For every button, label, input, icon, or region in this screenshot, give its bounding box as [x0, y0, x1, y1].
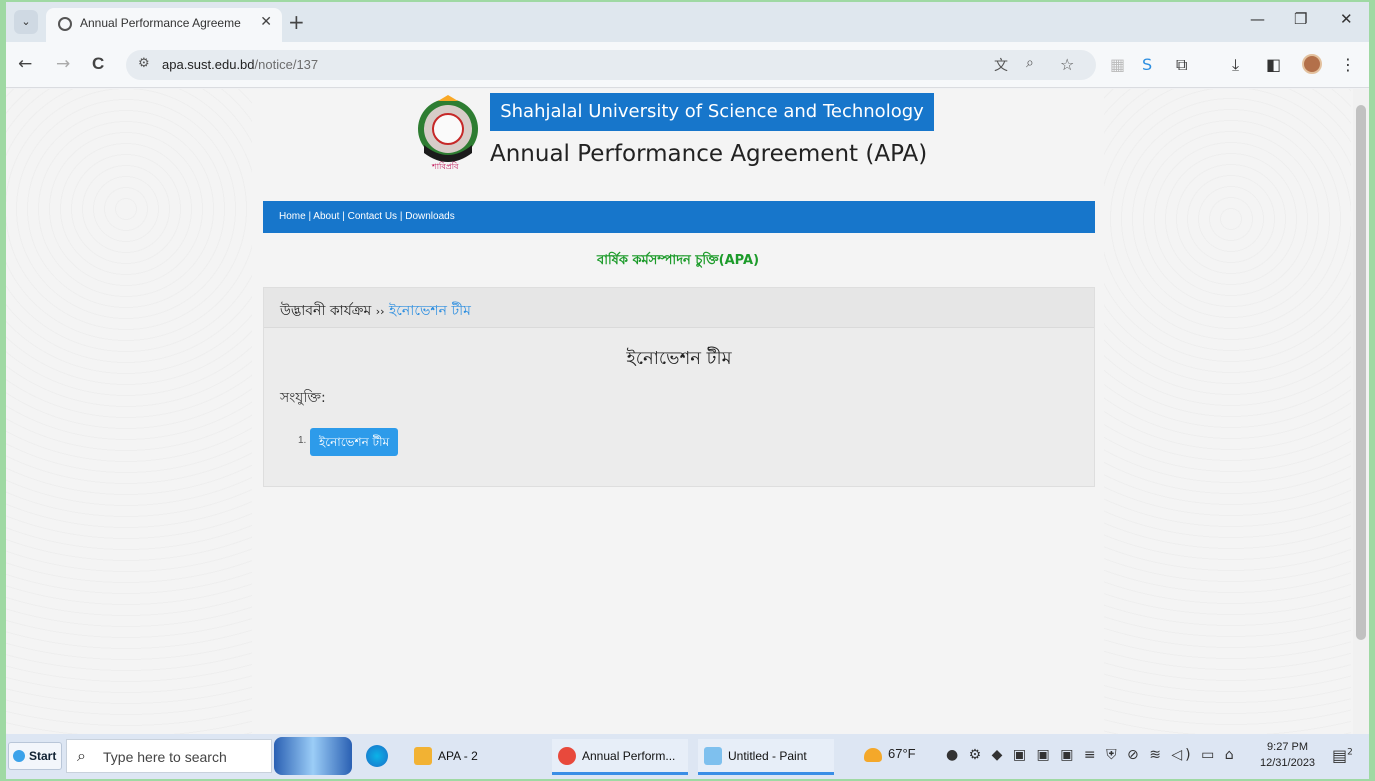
edge-icon[interactable] — [366, 745, 388, 767]
site-info-icon[interactable]: ⚙ — [138, 56, 150, 71]
new-tab-button[interactable]: + — [288, 10, 305, 34]
tab-title: Annual Performance Agreeme — [80, 16, 241, 30]
university-name: Shahjalal University of Science and Tech… — [490, 93, 934, 131]
taskbar-item-paint[interactable]: Untitled - Paint — [698, 739, 834, 775]
menu-kebab-icon[interactable]: ⋮ — [1340, 55, 1356, 74]
profile-avatar[interactable] — [1302, 54, 1322, 74]
nav-about[interactable]: About — [313, 211, 339, 222]
start-orb-icon — [13, 750, 25, 762]
side-panel-icon[interactable]: ◧ — [1266, 55, 1281, 74]
extensions-puzzle-icon[interactable]: ⧉ — [1176, 55, 1187, 75]
folder-icon — [414, 747, 432, 765]
download-icon[interactable]: ⤓ — [1232, 55, 1239, 75]
active-tab[interactable]: Annual Performance Agreeme ✕ — [46, 8, 282, 42]
taskbar-item-chrome[interactable]: Annual Perform... — [552, 739, 688, 775]
minimize-button[interactable]: — — [1250, 10, 1265, 28]
attachment-button[interactable]: ইনোভেশন টীম — [310, 428, 399, 456]
system-tray-icons[interactable]: ● ⚙ ◆ ▣ ▣ ▣ ≡ ⛨ ⊘ ≋ ◁) ▭ ⌂ — [946, 747, 1237, 763]
back-button[interactable]: ← — [18, 54, 32, 74]
tab-close-icon[interactable]: ✕ — [260, 14, 272, 30]
taskbar-item-apa[interactable]: APA - 2 — [408, 739, 532, 775]
section-heading: বার্ষিক কর্মসম্পাদন চুক্তি(APA) — [596, 253, 760, 268]
page-content: শাবিপ্রবি Shahjalal University of Scienc… — [252, 89, 1104, 734]
weather-icon — [864, 747, 882, 762]
chrome-icon — [558, 747, 576, 765]
restore-button[interactable]: ❐ — [1294, 10, 1307, 28]
weather-widget[interactable]: 67°F — [864, 746, 916, 762]
vertical-scrollbar[interactable] — [1353, 89, 1369, 734]
breadcrumb-parent[interactable]: উদ্ভাবনী কার্যক্রম — [280, 303, 371, 319]
page-viewport: শাবিপ্রবি Shahjalal University of Scienc… — [6, 89, 1369, 734]
browser-toolbar: ← → C ⚙ apa.sust.edu.bd/notice/137 文 ⌕ ☆… — [6, 42, 1369, 88]
attachment-number: 1. — [298, 435, 307, 446]
url-text: apa.sust.edu.bd/notice/137 — [162, 57, 319, 72]
apa-title: Annual Performance Agreement (APA) — [490, 141, 928, 167]
search-placeholder: Type here to search — [103, 749, 227, 765]
forward-button[interactable]: → — [56, 54, 70, 74]
taskbar: Start ⌕ Type here to search APA - 2 Annu… — [6, 734, 1369, 779]
reload-button[interactable]: C — [92, 54, 104, 74]
notice-title: ইনোভেশন টীম — [626, 348, 732, 369]
clock[interactable]: 9:27 PM 12/31/2023 — [1260, 739, 1315, 771]
nav-downloads[interactable]: Downloads — [405, 211, 454, 222]
logo-caption: শাবিপ্রবি — [432, 162, 459, 171]
nav-links: Home | About | Contact Us | Downloads — [279, 211, 455, 222]
notification-icon[interactable]: ▤2 — [1332, 746, 1353, 765]
close-window-button[interactable]: ✕ — [1340, 10, 1353, 28]
search-highlight-image[interactable] — [274, 737, 352, 775]
notice-panel: উদ্ভাবনী কার্যক্রম ›› ইনোভেশন টীম ইনোভেশ… — [263, 287, 1095, 487]
scrollbar-thumb[interactable] — [1356, 105, 1366, 640]
site-navbar: Home | About | Contact Us | Downloads — [263, 201, 1095, 233]
extension-icon[interactable]: ▦ — [1110, 55, 1125, 74]
nav-contact[interactable]: Contact Us — [348, 211, 397, 222]
browser-window: ⌄ Annual Performance Agreeme ✕ + — ❐ ✕ ←… — [6, 2, 1369, 779]
taskbar-search[interactable]: ⌕ Type here to search — [66, 739, 272, 773]
globe-icon — [58, 17, 72, 31]
background-pattern-left — [6, 89, 256, 734]
zoom-icon[interactable]: ⌕ — [1026, 55, 1034, 71]
address-bar[interactable]: ⚙ apa.sust.edu.bd/notice/137 文 ⌕ ☆ — [126, 50, 1096, 80]
breadcrumb: উদ্ভাবনী কার্যক্রম ›› ইনোভেশন টীম — [264, 288, 1094, 328]
start-button[interactable]: Start — [8, 742, 62, 770]
breadcrumb-current[interactable]: ইনোভেশন টীম — [389, 303, 471, 319]
search-icon: ⌕ — [77, 746, 86, 765]
attachments-label: সংযুক্তি: — [280, 390, 326, 406]
tab-strip: ⌄ Annual Performance Agreeme ✕ + — ❐ ✕ — [6, 2, 1369, 42]
tab-search-button[interactable]: ⌄ — [14, 10, 38, 34]
paint-icon — [704, 747, 722, 765]
nav-home[interactable]: Home — [279, 211, 306, 222]
background-pattern-right — [1091, 89, 1351, 734]
extension-s-icon[interactable]: S — [1142, 55, 1152, 74]
translate-icon[interactable]: 文 — [994, 55, 1008, 75]
bookmark-star-icon[interactable]: ☆ — [1060, 55, 1074, 74]
